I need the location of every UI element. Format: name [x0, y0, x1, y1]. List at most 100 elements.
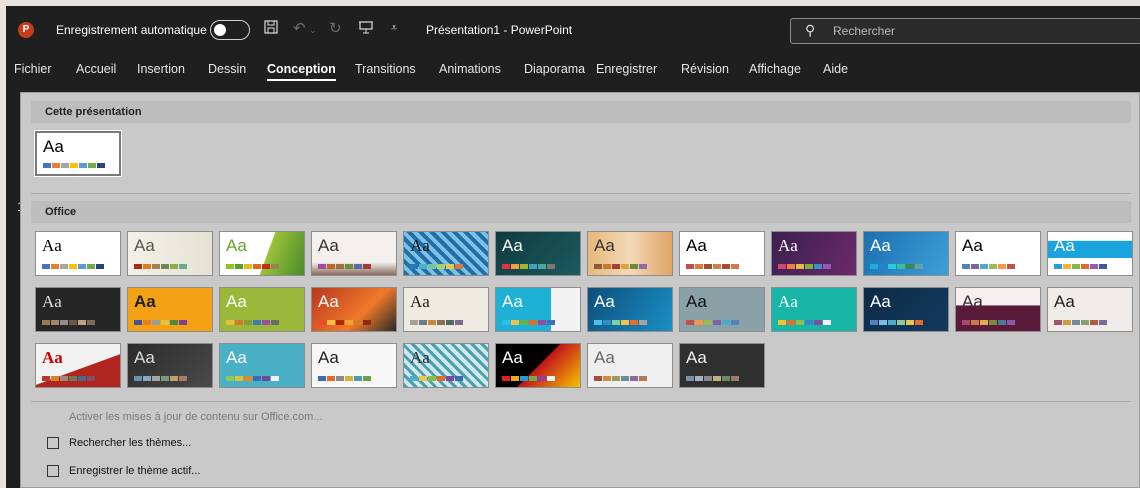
- theme-option-12[interactable]: Aa: [1047, 231, 1133, 276]
- theme-swatches: [226, 264, 279, 269]
- theme-sample-text: Aa: [1054, 292, 1075, 311]
- tab-animations[interactable]: Animations: [439, 62, 501, 76]
- browse-themes-icon: [47, 437, 59, 449]
- document-title: Présentation1 - PowerPoint: [426, 23, 573, 37]
- theme-sample-text: Aa: [962, 236, 983, 255]
- theme-swatches: [870, 264, 923, 269]
- save-icon[interactable]: [263, 19, 279, 39]
- theme-sample-text: Aa: [42, 348, 63, 367]
- theme-sample-text: Aa: [134, 348, 155, 367]
- theme-option-20[interactable]: Aa: [679, 287, 765, 332]
- theme-swatches: [318, 320, 371, 325]
- tab-enregistrer[interactable]: Enregistrer: [596, 62, 657, 76]
- theme-option-30[interactable]: Aa: [495, 343, 581, 388]
- undo-dropdown-icon[interactable]: ⌄: [309, 25, 317, 36]
- theme-swatches: [42, 376, 95, 381]
- section-office: Office: [31, 201, 1131, 223]
- theme-sample-text: Aa: [870, 236, 891, 255]
- tab-insertion[interactable]: Insertion: [137, 62, 185, 76]
- redo-icon[interactable]: ↻: [329, 19, 342, 37]
- theme-sample-text: Aa: [226, 236, 247, 255]
- theme-sample-text: Aa: [686, 348, 707, 367]
- autosave-label: Enregistrement automatique: [56, 23, 207, 37]
- theme-option-5[interactable]: Aa: [403, 231, 489, 276]
- search-box[interactable]: ⚲ Rechercher: [790, 18, 1140, 44]
- theme-option-28[interactable]: Aa: [311, 343, 397, 388]
- present-icon[interactable]: [358, 19, 374, 39]
- theme-swatches: [410, 320, 463, 325]
- theme-swatches: [226, 376, 279, 381]
- customize-qat-icon[interactable]: ⩡: [391, 22, 397, 35]
- browse-themes-button[interactable]: Rechercher les thèmes...: [69, 437, 191, 449]
- tab-fichier[interactable]: Fichier: [14, 62, 52, 76]
- theme-swatches: [870, 320, 923, 325]
- theme-sample-text: Aa: [134, 236, 155, 255]
- theme-option-23[interactable]: Aa: [955, 287, 1041, 332]
- theme-option-13[interactable]: Aa: [35, 287, 121, 332]
- tab-conception[interactable]: Conception: [267, 62, 336, 81]
- autosave-toggle[interactable]: [210, 20, 250, 40]
- theme-sample-text: Aa: [134, 292, 156, 311]
- theme-sample-text: Aa: [686, 292, 707, 311]
- powerpoint-logo-icon: P: [18, 22, 34, 38]
- theme-option-2[interactable]: Aa: [127, 231, 213, 276]
- theme-swatches: [42, 264, 104, 269]
- theme-option-19[interactable]: Aa: [587, 287, 673, 332]
- tab-transitions[interactable]: Transitions: [355, 62, 416, 76]
- theme-option-4[interactable]: Aa: [311, 231, 397, 276]
- theme-swatches: [1054, 320, 1107, 325]
- tab-affichage[interactable]: Affichage: [749, 62, 801, 76]
- title-bar: P Enregistrement automatique ↶ ⌄ ↻ ⩡ Pré…: [6, 6, 1140, 54]
- theme-current[interactable]: Aa: [34, 130, 122, 177]
- tab-aide[interactable]: Aide: [823, 62, 848, 76]
- theme-swatches: [410, 376, 463, 381]
- theme-option-31[interactable]: Aa: [587, 343, 673, 388]
- tab-revision[interactable]: Révision: [681, 62, 729, 76]
- toggle-knob: [214, 24, 226, 36]
- theme-option-14[interactable]: Aa: [127, 287, 213, 332]
- theme-sample-text: Aa: [42, 292, 62, 311]
- theme-sample-text: Aa: [778, 236, 798, 255]
- theme-sample-text: Aa: [318, 292, 339, 311]
- tab-accueil[interactable]: Accueil: [76, 62, 116, 76]
- save-theme-button[interactable]: Enregistrer le thème actif...: [69, 465, 200, 477]
- theme-option-24[interactable]: Aa: [1047, 287, 1133, 332]
- theme-swatches: [318, 264, 371, 269]
- theme-option-10[interactable]: Aa: [863, 231, 949, 276]
- undo-icon[interactable]: ↶: [293, 19, 306, 37]
- theme-sample-text: Aa: [226, 348, 247, 367]
- powerpoint-window: P Enregistrement automatique ↶ ⌄ ↻ ⩡ Pré…: [6, 6, 1140, 488]
- theme-sample-text: Aa: [594, 292, 615, 311]
- theme-sample-text: Aa: [870, 292, 891, 311]
- theme-sample-text: Aa: [502, 236, 523, 255]
- tab-dessin[interactable]: Dessin: [208, 62, 246, 76]
- theme-option-17[interactable]: Aa: [403, 287, 489, 332]
- theme-sample-text: Aa: [502, 292, 523, 311]
- theme-option-25[interactable]: Aa: [35, 343, 121, 388]
- theme-swatches: [686, 320, 739, 325]
- theme-sample-text: Aa: [594, 236, 615, 255]
- theme-option-21[interactable]: Aa: [771, 287, 857, 332]
- theme-option-29[interactable]: Aa: [403, 343, 489, 388]
- section-divider: [31, 193, 1131, 194]
- tab-diaporama[interactable]: Diaporama: [524, 62, 585, 76]
- theme-option-7[interactable]: Aa: [587, 231, 673, 276]
- theme-option-3[interactable]: Aa: [219, 231, 305, 276]
- theme-swatches: [318, 376, 371, 381]
- theme-option-9[interactable]: Aa: [771, 231, 857, 276]
- theme-option-8[interactable]: Aa: [679, 231, 765, 276]
- theme-option-32[interactable]: Aa: [679, 343, 765, 388]
- theme-option-15[interactable]: Aa: [219, 287, 305, 332]
- theme-swatches: [594, 320, 647, 325]
- theme-option-11[interactable]: Aa: [955, 231, 1041, 276]
- search-placeholder: Rechercher: [833, 24, 896, 38]
- theme-option-1[interactable]: Aa: [35, 231, 121, 276]
- theme-option-26[interactable]: Aa: [127, 343, 213, 388]
- theme-option-16[interactable]: Aa: [311, 287, 397, 332]
- theme-swatches: [42, 320, 95, 325]
- theme-option-18[interactable]: Aa: [495, 287, 581, 332]
- theme-option-22[interactable]: Aa: [863, 287, 949, 332]
- section-this-presentation: Cette présentation: [31, 101, 1131, 123]
- theme-option-27[interactable]: Aa: [219, 343, 305, 388]
- theme-option-6[interactable]: Aa: [495, 231, 581, 276]
